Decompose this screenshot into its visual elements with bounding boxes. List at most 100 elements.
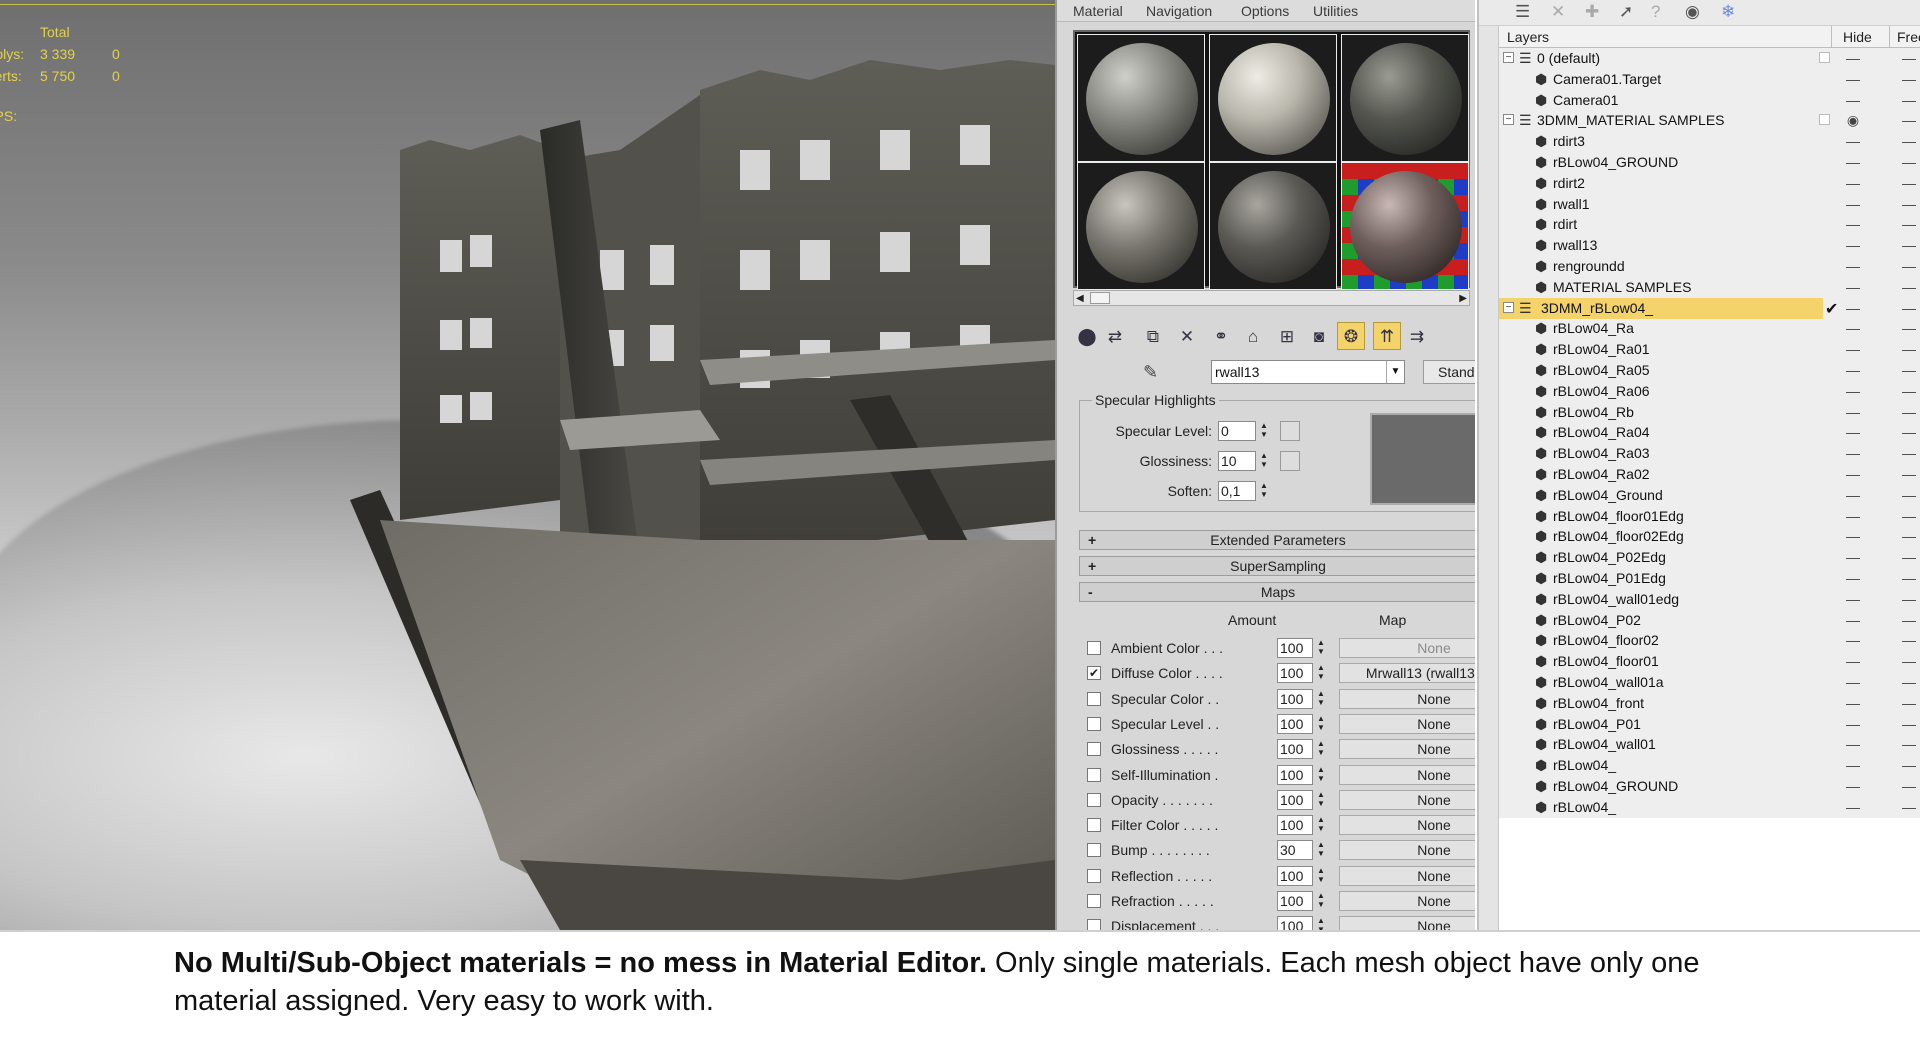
map-amount-spinner[interactable]: 100 [1277,713,1313,734]
object-row[interactable]: ⬢ rBLow04_GROUND — — [1499,152,1920,173]
map-slot-button[interactable]: None [1339,891,1475,911]
freeze-toggle[interactable]: — [1899,258,1919,274]
chevron-down-icon[interactable]: ▼ [1386,361,1404,383]
freeze-toggle[interactable]: — [1899,196,1919,212]
add-icon[interactable]: ✚ [1585,2,1599,22]
assign-material-icon[interactable]: ⧉ [1139,322,1167,350]
hide-toggle[interactable]: — [1843,508,1863,524]
hide-toggle[interactable]: — [1843,487,1863,503]
hide-toggle[interactable]: — [1843,632,1863,648]
sample-slot-5[interactable] [1209,162,1337,290]
map-enable-checkbox[interactable] [1087,843,1101,858]
scroll-right-icon[interactable]: ▶ [1459,293,1467,304]
spinner-arrows-icon[interactable]: ▲ ▼ [1315,866,1327,886]
map-slot-button[interactable]: None [1339,739,1475,760]
map-slot-button[interactable]: None [1339,840,1475,861]
spinner-arrows-icon[interactable]: ▲ ▼ [1315,765,1327,785]
put-to-scene-icon[interactable]: ⇄ [1101,322,1129,350]
make-unique-icon[interactable]: ⚭ [1207,322,1235,350]
hide-toggle[interactable]: — [1843,778,1863,794]
sample-slots-scrollbar[interactable]: ◀ ▶ [1073,290,1470,306]
collapse-toggle-icon[interactable]: − [1503,301,1514,313]
freeze-toggle[interactable]: — [1899,341,1919,357]
layer-row[interactable]: − ☰ 3DMM_MATERIAL SAMPLES ◉ — [1499,110,1920,131]
hide-toggle[interactable]: — [1843,300,1863,316]
freeze-toggle[interactable]: — [1899,570,1919,586]
spinner-arrows-icon[interactable]: ▲ ▼ [1315,739,1327,759]
hide-toggle[interactable]: — [1843,258,1863,274]
object-row[interactable]: ⬢ Camera01 — — [1499,90,1920,111]
map-slot-button[interactable]: None [1339,764,1475,785]
hide-toggle[interactable]: — [1843,362,1863,378]
menu-material[interactable]: Material [1073,3,1123,19]
hide-toggle[interactable]: — [1843,133,1863,149]
put-to-library-icon[interactable]: ⌂ [1239,322,1267,350]
freeze-toggle[interactable]: — [1899,695,1919,711]
map-slot-button[interactable]: None [1339,638,1475,658]
map-enable-checkbox[interactable] [1087,716,1101,731]
glossiness-spinner[interactable]: 10 [1218,451,1256,471]
freeze-toggle[interactable]: — [1899,466,1919,482]
map-enable-checkbox[interactable] [1087,818,1101,833]
object-row[interactable]: ⬢ rengroundd — — [1499,256,1920,277]
go-forward-icon[interactable]: ⇉ [1403,322,1431,350]
object-row[interactable]: ⬢ rBLow04_wall01 — — [1499,734,1920,755]
object-row[interactable]: ⬢ rdirt — — [1499,214,1920,235]
spinner-arrows-icon[interactable]: ▲ ▼ [1315,689,1327,709]
freeze-toggle[interactable]: — [1899,362,1919,378]
hide-toggle[interactable]: — [1843,757,1863,773]
spinner-arrows-icon[interactable]: ▲ ▼ [1258,451,1270,471]
hide-toggle[interactable]: — [1843,466,1863,482]
collapse-toggle-icon[interactable]: − [1503,114,1514,126]
map-amount-spinner[interactable]: 100 [1277,815,1313,836]
freeze-toggle[interactable]: — [1899,736,1919,752]
object-row[interactable]: ⬢ rBLow04_floor01 — — [1499,651,1920,672]
map-amount-spinner[interactable]: 30 [1277,840,1313,861]
spinner-arrows-icon[interactable]: ▲ ▼ [1315,714,1327,734]
map-amount-spinner[interactable]: 100 [1277,638,1313,658]
hide-toggle[interactable]: — [1843,716,1863,732]
spinner-arrows-icon[interactable]: ▲ ▼ [1315,891,1327,911]
map-enable-checkbox[interactable]: ✔ [1087,666,1101,681]
hide-toggle[interactable]: — [1843,549,1863,565]
map-enable-checkbox[interactable] [1087,868,1101,883]
map-amount-spinner[interactable]: 100 [1277,688,1313,709]
freeze-toggle[interactable]: — [1899,487,1919,503]
freeze-toggle[interactable]: — [1899,632,1919,648]
spinner-arrows-icon[interactable]: ▲ ▼ [1315,790,1327,810]
hidden-eye-icon[interactable]: ◉ [1843,112,1863,129]
object-row[interactable]: ⬢ rwall1 — — [1499,194,1920,215]
perspective-viewport[interactable]: Total Polys: 3 339 0 Verts: 5 750 0 FPS: [0,0,1055,930]
spinner-arrows-icon[interactable]: ▲ ▼ [1315,840,1327,860]
sample-slot-4[interactable] [1077,162,1205,290]
object-row[interactable]: ⬢ rwall13 — — [1499,235,1920,256]
freeze-toggle[interactable]: — [1899,237,1919,253]
delete-icon[interactable]: ✕ [1551,2,1565,22]
menu-options[interactable]: Options [1241,3,1289,19]
freeze-toggle[interactable]: — [1899,528,1919,544]
map-amount-spinner[interactable]: 100 [1277,663,1313,684]
object-row[interactable]: ⬢ rBLow04_wall01a — — [1499,672,1920,693]
object-row[interactable]: ⬢ rBLow04_Ground — — [1499,485,1920,506]
hide-toggle[interactable]: — [1843,799,1863,815]
map-slot-button[interactable]: None [1339,713,1475,734]
eyedropper-icon[interactable]: ✎ [1143,362,1158,383]
map-enable-checkbox[interactable] [1087,894,1101,908]
object-row[interactable]: ⬢ rdirt3 — — [1499,131,1920,152]
map-enable-checkbox[interactable] [1087,767,1101,782]
map-amount-spinner[interactable]: 100 [1277,764,1313,785]
map-enable-checkbox[interactable] [1087,792,1101,807]
hide-toggle[interactable]: — [1843,154,1863,170]
freeze-toggle[interactable]: — [1899,591,1919,607]
freeze-toggle[interactable]: — [1899,716,1919,732]
freeze-toggle[interactable]: — [1899,71,1919,87]
freeze-toggle[interactable]: — [1899,216,1919,232]
hide-toggle[interactable]: — [1843,695,1863,711]
freeze-toggle[interactable]: — [1899,300,1919,316]
freeze-toggle[interactable]: — [1899,612,1919,628]
layer-row[interactable]: − ☰ 0 (default) — — [1499,48,1920,69]
hide-toggle[interactable]: — [1843,591,1863,607]
object-row[interactable]: ⬢ rBLow04_P02 — — [1499,610,1920,631]
map-slot-button[interactable]: None [1339,688,1475,709]
object-row[interactable]: ⬢ rdirt2 — — [1499,173,1920,194]
